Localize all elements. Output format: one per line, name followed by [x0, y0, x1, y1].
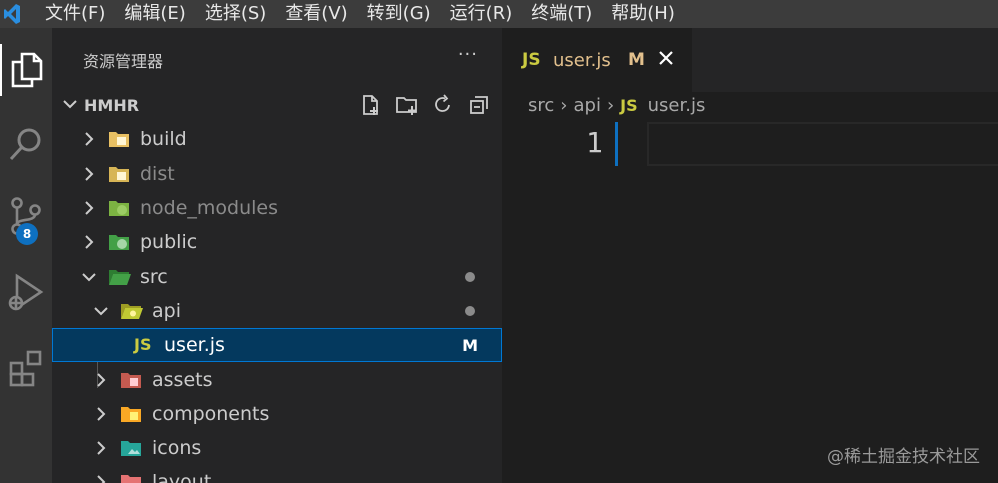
menu-help[interactable]: 帮助(H) — [611, 0, 675, 28]
tree-label: layout — [152, 471, 212, 483]
tree-label: build — [140, 128, 187, 150]
modified-line-gutter — [615, 122, 618, 166]
menu-selection[interactable]: 选择(S) — [205, 0, 266, 28]
tree-label: assets — [152, 369, 213, 391]
chevron-right-icon — [80, 199, 98, 221]
chevron-right-icon — [92, 439, 110, 461]
folder-components-icon — [120, 404, 142, 424]
chevron-right-icon — [80, 233, 98, 255]
new-folder-icon[interactable] — [394, 92, 420, 118]
menu-go[interactable]: 转到(G) — [367, 0, 431, 28]
menu-file[interactable]: 文件(F) — [45, 0, 105, 28]
menu-run[interactable]: 运行(R) — [450, 0, 513, 28]
chevron-right-icon — [80, 165, 98, 187]
workspace-folder-header[interactable]: HMHR — [52, 92, 502, 118]
menu-terminal[interactable]: 终端(T) — [531, 0, 592, 28]
breadcrumb-file[interactable]: user.js — [648, 95, 706, 116]
tree-folder-src[interactable]: src — [52, 260, 502, 294]
chevron-right-icon: › — [560, 94, 568, 116]
tree-label: components — [152, 403, 270, 425]
tree-folder-dist[interactable]: dist — [52, 157, 502, 191]
chevron-right-icon — [92, 371, 110, 393]
tree-label: user.js — [164, 334, 225, 356]
tree-folder-node-modules[interactable]: node_modules — [52, 191, 502, 225]
run-debug-icon[interactable] — [0, 266, 52, 318]
tree-label: api — [152, 300, 181, 322]
breadcrumb: src › api › JS user.js — [502, 92, 998, 118]
tree-label: src — [140, 266, 168, 288]
explorer-icon[interactable] — [0, 44, 52, 96]
folder-node-icon — [108, 198, 130, 218]
menu-view[interactable]: 查看(V) — [285, 0, 347, 28]
close-icon[interactable] — [656, 48, 676, 72]
folder-src-icon — [108, 267, 131, 287]
activity-bar: 8 — [0, 28, 52, 483]
chevron-down-icon — [92, 302, 110, 324]
tab-label: user.js — [553, 49, 611, 71]
breadcrumb-api[interactable]: api — [573, 95, 600, 116]
chevron-right-icon: › — [606, 94, 615, 116]
more-actions-icon[interactable]: ··· — [458, 44, 478, 65]
tree-folder-assets[interactable]: assets — [52, 363, 502, 397]
tree-folder-build[interactable]: build — [52, 122, 502, 156]
tree-label: public — [140, 231, 198, 253]
modified-dot — [465, 272, 475, 282]
chevron-right-icon — [80, 130, 98, 152]
chevron-right-icon — [92, 473, 110, 483]
folder-public-icon — [108, 232, 130, 252]
breadcrumb-src[interactable]: src — [528, 95, 554, 116]
new-file-icon[interactable] — [358, 92, 384, 118]
editor-tabs: JS user.js M — [502, 28, 998, 92]
extensions-icon[interactable] — [0, 342, 52, 394]
folder-layout-icon — [120, 472, 142, 483]
tab-user-js[interactable]: JS user.js M — [502, 28, 692, 92]
watermark: @稀土掘金技术社区 — [827, 447, 980, 467]
tree-folder-public[interactable]: public — [52, 225, 502, 259]
collapse-all-icon[interactable] — [466, 92, 492, 118]
refresh-icon[interactable] — [430, 92, 456, 118]
workspace-folder-name: HMHR — [84, 95, 140, 115]
menu-edit[interactable]: 编辑(E) — [124, 0, 185, 28]
tree-label: dist — [140, 163, 175, 185]
tree-folder-api[interactable]: api — [52, 294, 502, 328]
tree-label: icons — [152, 437, 202, 459]
chevron-right-icon — [92, 405, 110, 427]
folder-dist-icon — [108, 164, 130, 184]
js-file-icon: JS — [522, 50, 541, 70]
folder-build-icon — [108, 129, 130, 149]
git-status-modified: M — [462, 335, 478, 355]
tab-modified-indicator: M — [628, 50, 645, 70]
explorer-title: 资源管理器 — [83, 52, 164, 71]
modified-dot — [465, 306, 475, 316]
js-file-icon: JS — [620, 95, 638, 115]
search-icon[interactable] — [0, 118, 52, 170]
chevron-down-icon — [60, 94, 80, 118]
tree-folder-icons[interactable]: icons — [52, 431, 502, 465]
tree-file-user-js[interactable]: JS user.js M — [52, 328, 502, 362]
menu-bar: 文件(F) 编辑(E) 选择(S) 查看(V) 转到(G) 运行(R) 终端(T… — [0, 0, 998, 28]
editor-area: JS user.js M src › api › JS user.js 1 @稀… — [502, 28, 998, 483]
source-control-badge: 8 — [16, 223, 38, 245]
js-file-icon: JS — [134, 335, 152, 354]
code-editor-line[interactable] — [647, 122, 998, 166]
folder-assets-icon — [120, 370, 142, 390]
tree-folder-layout[interactable]: layout — [52, 465, 502, 483]
folder-api-icon — [120, 301, 143, 321]
folder-images-icon — [120, 438, 142, 458]
explorer-sidebar: 资源管理器 ··· HMHR build dist node_modules p… — [52, 28, 502, 483]
line-number: 1 — [586, 126, 603, 159]
explorer-header: 资源管理器 ··· — [52, 28, 502, 92]
tree-label: node_modules — [140, 197, 279, 219]
tree-folder-components[interactable]: components — [52, 397, 502, 431]
chevron-down-icon — [80, 268, 98, 290]
vscode-logo-icon — [0, 0, 24, 28]
folder-actions — [358, 92, 492, 118]
